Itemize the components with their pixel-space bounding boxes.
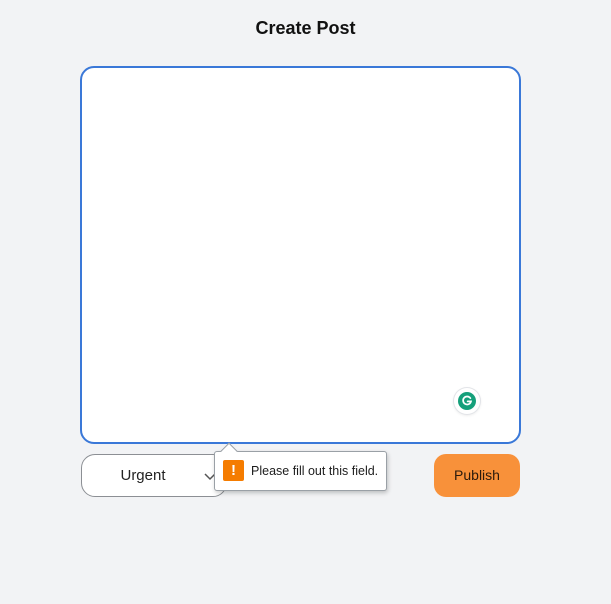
post-content-textarea[interactable]	[82, 68, 519, 442]
validation-tooltip: ! Please fill out this field.	[214, 442, 387, 491]
warning-icon: !	[223, 460, 244, 481]
post-editor[interactable]	[80, 66, 521, 444]
validation-message: Please fill out this field.	[251, 464, 379, 478]
page-title: Create Post	[255, 18, 356, 38]
priority-select[interactable]: Urgent	[81, 454, 227, 497]
tooltip-arrow	[220, 442, 238, 460]
grammarly-icon	[458, 392, 476, 410]
priority-select-value: Urgent	[120, 467, 166, 484]
grammarly-button[interactable]	[454, 388, 480, 414]
publish-button[interactable]: Publish	[434, 454, 520, 497]
